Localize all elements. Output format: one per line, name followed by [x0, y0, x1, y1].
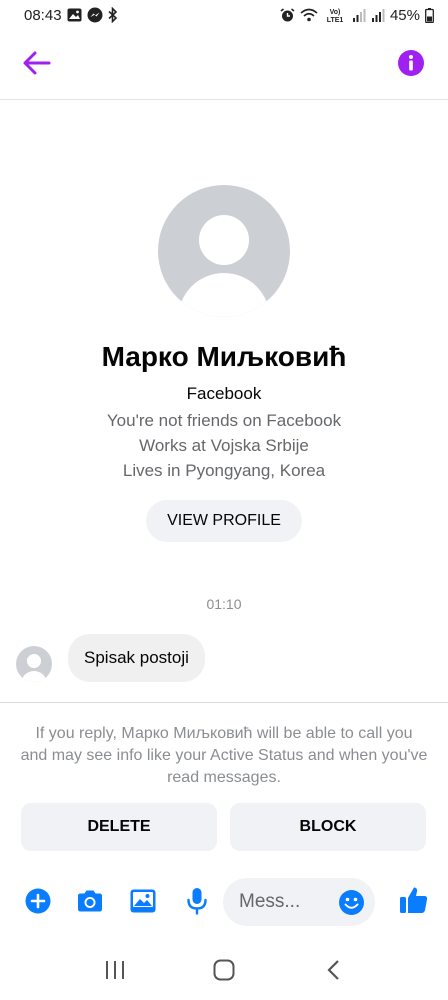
avatar-body-shape [178, 273, 270, 317]
delete-button[interactable]: DELETE [21, 803, 217, 851]
message-timestamp: 01:10 [206, 596, 242, 612]
wifi-icon [300, 8, 318, 22]
recent-apps-button[interactable] [95, 953, 135, 993]
signal-icon [352, 8, 366, 22]
status-time: 08:43 [24, 6, 62, 24]
request-notice: If you reply, Марко Миљковић will be abl… [20, 725, 428, 786]
info-icon [397, 49, 425, 82]
avatar-head-shape [199, 215, 249, 265]
signal-icon [371, 8, 385, 22]
profile-avatar[interactable] [158, 185, 290, 317]
message-input[interactable] [239, 878, 339, 926]
voice-button[interactable] [183, 887, 211, 920]
plus-button[interactable] [24, 888, 52, 919]
svg-text:LTE1: LTE1 [327, 17, 344, 23]
back-button[interactable] [20, 48, 54, 82]
gallery-icon [67, 8, 82, 22]
composer [0, 876, 448, 930]
profile-section: Марко Миљковић Facebook You're not frien… [0, 185, 448, 542]
volte-icon: Vo) LTE1 [323, 7, 347, 23]
home-button[interactable] [204, 953, 244, 993]
system-back-button[interactable] [313, 953, 353, 993]
bluetooth-icon [108, 7, 118, 23]
home-icon [213, 959, 235, 986]
status-left: 08:43 [24, 7, 118, 24]
alarm-icon [280, 7, 295, 23]
camera-button[interactable] [76, 889, 104, 917]
gallery-button[interactable] [129, 889, 157, 917]
image-icon [129, 888, 157, 919]
system-nav-bar [0, 945, 448, 1000]
avatar-body-shape [21, 671, 47, 682]
message-input-wrapper [223, 878, 375, 926]
profile-name: Марко Миљковић [101, 341, 347, 372]
avatar-head-shape [27, 654, 41, 668]
sender-avatar[interactable] [16, 646, 52, 682]
battery-icon [425, 7, 434, 23]
status-bar: 08:43 Vo) LTE1 45% [0, 0, 448, 30]
message-request-panel: If you reply, Марко Миљковић will be abl… [0, 702, 448, 851]
message-row: Spisak postoji [16, 634, 205, 682]
back-icon [326, 959, 340, 986]
microphone-icon [185, 887, 209, 920]
emoji-icon [338, 890, 365, 920]
status-right: Vo) LTE1 45% [280, 7, 434, 24]
block-button[interactable]: BLOCK [230, 803, 426, 851]
profile-friend-status: You're not friends on Facebook [106, 411, 342, 430]
battery-percent: 45% [389, 6, 420, 24]
emoji-button[interactable] [338, 889, 365, 916]
profile-work: Works at Vojska Srbije [139, 436, 309, 455]
message-bubble[interactable]: Spisak postoji [68, 634, 205, 682]
recent-apps-icon [104, 960, 126, 985]
profile-platform: Facebook [186, 384, 262, 403]
svg-text:Vo): Vo) [330, 9, 341, 16]
thumbs-up-icon [399, 885, 429, 920]
app-header [0, 30, 448, 100]
arrow-left-icon [23, 51, 51, 80]
messenger-icon [87, 7, 103, 23]
camera-icon [76, 889, 104, 918]
request-actions: DELETE BLOCK [21, 803, 426, 851]
view-profile-button[interactable]: VIEW PROFILE [146, 500, 302, 542]
info-button[interactable] [396, 49, 426, 82]
plus-icon [25, 888, 51, 919]
profile-location: Lives in Pyongyang, Korea [122, 461, 326, 480]
like-button[interactable] [398, 886, 430, 918]
